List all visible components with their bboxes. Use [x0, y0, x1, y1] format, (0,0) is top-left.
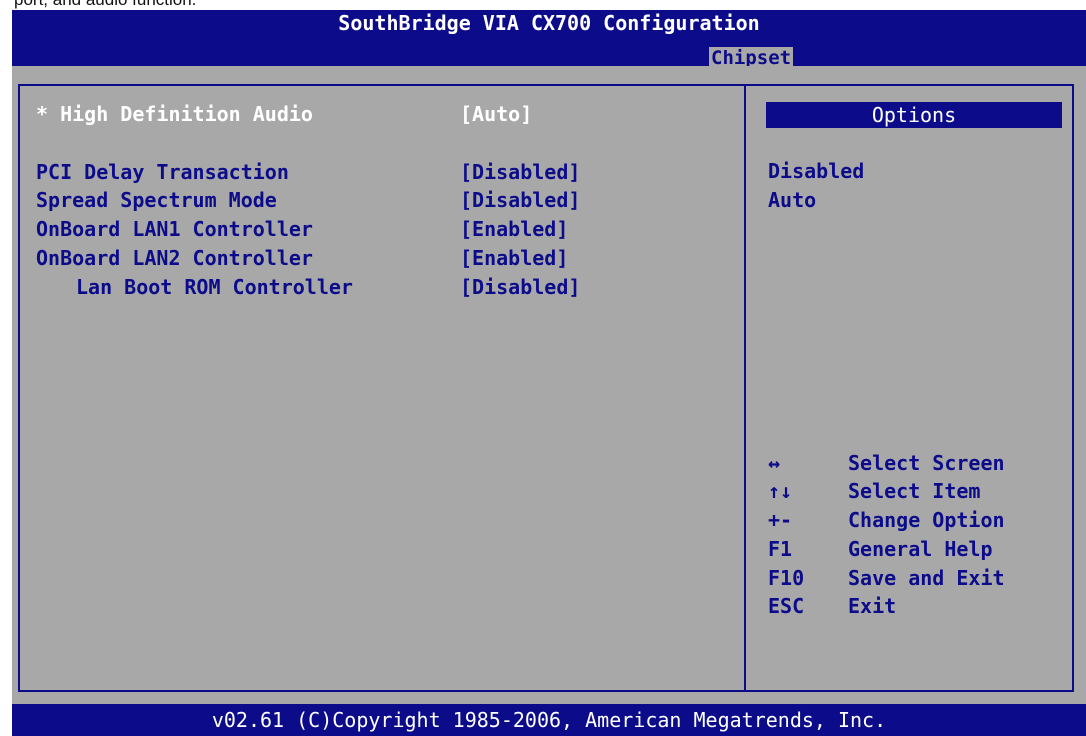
help-desc: Select Screen: [848, 451, 1005, 475]
left-right-arrow-icon: ↔: [768, 451, 781, 475]
setting-value: [Disabled]: [460, 275, 581, 299]
setting-label: Spread Spectrum Mode: [36, 188, 277, 212]
setting-label: * High Definition Audio: [36, 102, 313, 126]
help-key: ESC: [768, 594, 805, 618]
help-key: F10: [768, 566, 805, 590]
setting-label: OnBoard LAN1 Controller: [36, 217, 313, 241]
setting-value: [Disabled]: [460, 160, 581, 184]
setting-label: OnBoard LAN2 Controller: [36, 246, 313, 270]
setting-label: PCI Delay Transaction: [36, 160, 289, 184]
up-down-arrow-icon: ↑↓: [768, 479, 793, 503]
setting-value: [Disabled]: [460, 188, 581, 212]
option-disabled[interactable]: Disabled: [768, 158, 864, 184]
help-key: +-: [768, 508, 793, 532]
bios-title: SouthBridge VIA CX700 Configuration: [12, 10, 1086, 36]
setting-value: [Enabled]: [460, 217, 569, 241]
options-header: Options: [766, 102, 1062, 128]
help-desc: General Help: [848, 537, 993, 561]
help-desc: Save and Exit: [848, 566, 1005, 590]
setting-label: Lan Boot ROM Controller: [76, 275, 353, 299]
page-caption: port, and audio function.: [14, 0, 196, 9]
copyright-footer: v02.61 (C)Copyright 1985-2006, American …: [12, 704, 1086, 736]
tab-bar: Chipset: [12, 36, 1086, 69]
setting-value: [Enabled]: [460, 246, 569, 270]
setting-value: [Auto]: [460, 102, 533, 126]
help-desc: Exit: [848, 594, 897, 618]
help-desc: Select Item: [848, 479, 981, 503]
option-auto[interactable]: Auto: [768, 187, 816, 213]
help-key: F1: [768, 537, 793, 561]
help-desc: Change Option: [848, 508, 1005, 532]
